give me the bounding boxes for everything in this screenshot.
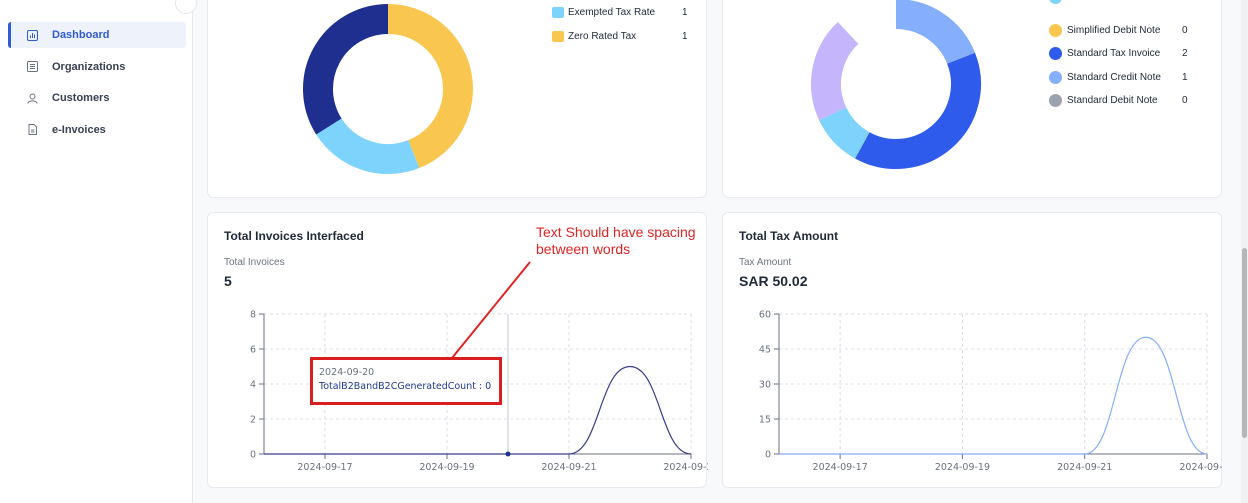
- legend-count: 1: [1182, 72, 1188, 83]
- y-tick-label: 2: [250, 415, 256, 426]
- legend-label: Exempted Tax Rate: [568, 7, 656, 18]
- sidebar-nav: Dashboard Organizations Customers e-Invo…: [8, 22, 186, 148]
- x-tick-label: 2024-09-21: [541, 462, 596, 473]
- y-tick-label: 4: [250, 380, 256, 391]
- legend-swatch: [552, 7, 564, 18]
- invoice-type-card: Simplified Debit Note 0 Standard Tax Inv…: [722, 0, 1222, 198]
- legend-count: 0: [1182, 25, 1188, 36]
- y-tick-label: 45: [759, 345, 771, 356]
- y-tick-label: 8: [250, 310, 256, 321]
- donut-hole: [841, 29, 951, 139]
- legend-item: Exempted Tax Rate 1: [552, 7, 688, 18]
- chart-icon: [26, 29, 38, 41]
- sidebar-item-customers[interactable]: Customers: [8, 85, 186, 111]
- sidebar-collapse-button[interactable]: [175, 0, 197, 14]
- sidebar-item-e-invoices[interactable]: e-Invoices: [8, 117, 186, 143]
- legend-swatch: [1049, 94, 1062, 107]
- annotation-callout: Text Should have spacing between words: [536, 224, 696, 257]
- sidebar-item-label: Organizations: [52, 60, 126, 73]
- series-line[interactable]: [779, 336, 1208, 455]
- legend-item: [1049, 0, 1067, 4]
- sidebar-item-dashboard[interactable]: Dashboard: [8, 22, 186, 48]
- document-icon: [26, 124, 38, 136]
- x-tick-label: 2024-09-23: [1179, 462, 1223, 473]
- x-tick-label: 2024-09-17: [813, 462, 868, 473]
- y-tick-label: 60: [759, 310, 771, 321]
- legend-label: Simplified Debit Note: [1067, 25, 1161, 36]
- legend-label: Standard Tax Invoice: [1067, 48, 1161, 59]
- legend-count: 2: [1182, 48, 1188, 59]
- y-tick-label: 0: [250, 450, 256, 461]
- legend-swatch: [552, 31, 564, 42]
- legend-label: Zero Rated Tax: [568, 31, 637, 42]
- active-data-point[interactable]: [505, 451, 511, 457]
- legend-item: Zero Rated Tax 1: [552, 31, 688, 42]
- scrollbar[interactable]: [1241, 0, 1248, 503]
- x-tick-label: 2024-09-23: [663, 462, 708, 473]
- legend-item: Standard Tax Invoice 2: [1049, 47, 1188, 60]
- legend-swatch: [1049, 0, 1062, 4]
- x-tick-label: 2024-09-19: [935, 462, 990, 473]
- x-tick-label: 2024-09-19: [419, 462, 474, 473]
- x-tick-label: 2024-09-17: [297, 462, 352, 473]
- legend-label: Standard Credit Note: [1067, 72, 1161, 83]
- legend-swatch: [1049, 47, 1062, 60]
- legend-count: 1: [682, 31, 688, 42]
- sidebar: Dashboard Organizations Customers e-Invo…: [0, 0, 197, 503]
- legend-swatch: [1049, 71, 1062, 84]
- tax-chart-card: Total Tax Amount Tax Amount SAR 50.02 01…: [722, 212, 1223, 489]
- donut-hole: [333, 34, 443, 144]
- y-tick-label: 6: [250, 345, 256, 356]
- legend-count: 1: [682, 7, 688, 18]
- sidebar-item-label: e-Invoices: [52, 123, 106, 136]
- x-tick-label: 2024-09-21: [1057, 462, 1112, 473]
- scrollbar-thumb[interactable]: [1242, 248, 1247, 438]
- sidebar-item-label: Dashboard: [52, 29, 110, 41]
- sidebar-item-organizations[interactable]: Organizations: [8, 54, 186, 80]
- y-tick-label: 0: [765, 450, 771, 461]
- legend-count: 0: [1182, 95, 1188, 106]
- building-icon: [26, 61, 38, 73]
- sidebar-item-label: Customers: [52, 92, 110, 104]
- y-tick-label: 30: [759, 380, 771, 391]
- legend-item: Standard Debit Note 0: [1049, 94, 1188, 107]
- legend-item: Simplified Debit Note 0: [1049, 24, 1188, 37]
- tax-category-card: Exempted Tax Rate 1 Zero Rated Tax 1: [207, 0, 707, 198]
- chart-tooltip: 2024-09-20 TotalB2BandB2CGeneratedCount …: [310, 357, 502, 405]
- legend-item: Standard Credit Note 1: [1049, 71, 1188, 84]
- tooltip-value: TotalB2BandB2CGeneratedCount : 0: [319, 381, 492, 392]
- y-tick-label: 15: [759, 415, 771, 426]
- tax-category-donut: [303, 4, 473, 174]
- tooltip-date: 2024-09-20: [319, 367, 375, 378]
- user-icon: [26, 92, 38, 104]
- tax-line-chart[interactable]: 0 15 30 45 60 2024-09-17 2024-09-19 2024-09-21 2…: [723, 213, 1223, 489]
- legend-swatch: [1049, 24, 1062, 37]
- legend-label: Standard Debit Note: [1067, 95, 1158, 106]
